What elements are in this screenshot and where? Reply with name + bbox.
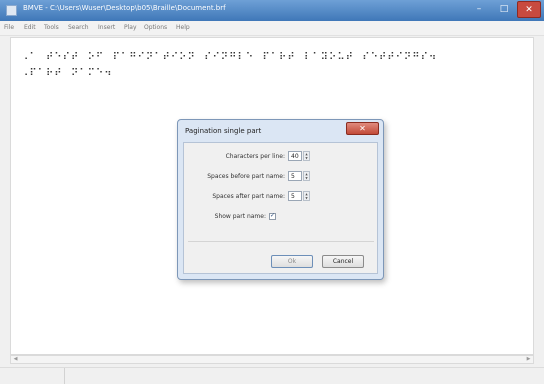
- dialog-body: Characters per line: ▲ ▼ Spaces before p…: [183, 142, 378, 274]
- spin-down-icon[interactable]: ▼: [304, 196, 309, 200]
- ok-button[interactable]: Ok: [271, 255, 313, 268]
- menu-bar: File Edit Tools Search Insert Play Optio…: [0, 21, 544, 36]
- dialog-close-button[interactable]: ✕: [346, 122, 379, 135]
- menu-options[interactable]: Options: [144, 24, 167, 31]
- check-icon: ✓: [270, 212, 276, 219]
- menu-tools[interactable]: Tools: [44, 24, 59, 31]
- dialog-divider: [188, 241, 374, 242]
- pagination-dialog: Pagination single part ✕ Characters per …: [177, 119, 384, 280]
- spin-down-icon[interactable]: ▼: [304, 156, 309, 160]
- menu-insert[interactable]: Insert: [98, 24, 115, 31]
- braille-line: ⠠⠏⠁⠗⠞⠀⠝⠁⠍⠑⠲: [21, 68, 113, 79]
- spaces-after-label: Spaces after part name:: [212, 193, 285, 200]
- maximize-button[interactable]: □: [493, 1, 515, 18]
- app-icon: [6, 5, 17, 16]
- title-bar[interactable]: BMVE - C:\Users\Wuser\Desktop\b05\Braill…: [0, 0, 544, 21]
- app-window: BMVE - C:\Users\Wuser\Desktop\b05\Braill…: [0, 0, 544, 384]
- spaces-after-spinner[interactable]: ▲ ▼: [303, 191, 310, 201]
- dialog-title: Pagination single part: [185, 127, 262, 135]
- characters-per-line-label: Characters per line:: [225, 153, 285, 160]
- close-button[interactable]: ✕: [517, 1, 541, 18]
- show-part-name-label: Show part name:: [214, 213, 266, 220]
- menu-search[interactable]: Search: [68, 24, 89, 31]
- characters-per-line-spinner[interactable]: ▲ ▼: [303, 151, 310, 161]
- menu-file[interactable]: File: [4, 24, 14, 31]
- scroll-right-icon[interactable]: ▶: [524, 356, 533, 363]
- spin-down-icon[interactable]: ▼: [304, 176, 309, 180]
- menu-edit[interactable]: Edit: [24, 24, 36, 31]
- show-part-name-checkbox[interactable]: ✓: [269, 212, 276, 220]
- braille-line: ⠠⠁⠀⠞⠑⠎⠞⠀⠕⠋⠀⠏⠁⠛⠊⠝⠁⠞⠊⠕⠝⠀⠎⠊⠝⠛⠇⠑⠀⠏⠁⠗⠞⠀⠇⠁⠽⠕⠥⠞…: [21, 52, 438, 63]
- spaces-after-input[interactable]: [288, 191, 302, 201]
- status-separator: [64, 368, 65, 384]
- minimize-button[interactable]: –: [467, 1, 491, 18]
- menu-play[interactable]: Play: [124, 24, 137, 31]
- status-bar: [0, 367, 544, 384]
- characters-per-line-input[interactable]: [288, 151, 302, 161]
- horizontal-scrollbar[interactable]: ◀ ▶: [10, 355, 534, 364]
- scroll-left-icon[interactable]: ◀: [11, 356, 20, 363]
- menu-help[interactable]: Help: [176, 24, 190, 31]
- spaces-before-input[interactable]: [288, 171, 302, 181]
- cancel-button[interactable]: Cancel: [322, 255, 364, 268]
- window-title: BMVE - C:\Users\Wuser\Desktop\b05\Braill…: [23, 4, 226, 12]
- spaces-before-spinner[interactable]: ▲ ▼: [303, 171, 310, 181]
- spaces-before-label: Spaces before part name:: [207, 173, 285, 180]
